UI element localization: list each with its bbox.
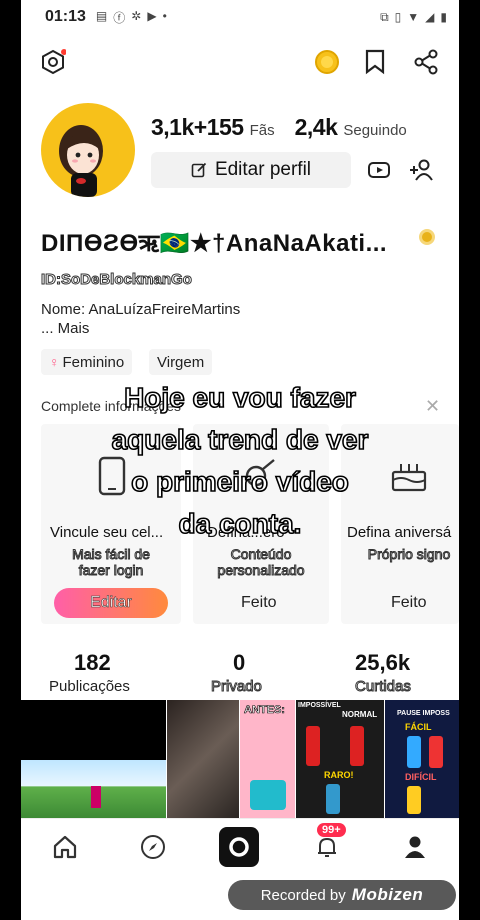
caption-line-3: o primeiro vídeo	[130, 465, 349, 498]
fans-label[interactable]: Fãs	[250, 122, 275, 139]
watermark-brand: Mobizen	[351, 885, 424, 904]
notification-bell-icon[interactable]: 99+	[311, 823, 346, 863]
add-friend-icon[interactable]	[405, 154, 437, 186]
content-counts: 182 Publicações 0 Privado 25,6k Curtidas	[21, 650, 459, 700]
caption-line-4: da conta.	[178, 507, 303, 540]
profile-avatar[interactable]	[41, 103, 135, 197]
settings-hexagon-icon[interactable]	[37, 46, 69, 78]
thumb5-label-hard: DIFÍCIL	[405, 772, 437, 782]
create-video-icon[interactable]	[219, 827, 259, 867]
video-thumbnail-3[interactable]: ANTES:	[240, 700, 295, 818]
video-thumbnail-2[interactable]	[167, 700, 239, 818]
card-gender-subtitle: Conteúdo personalizado	[217, 546, 305, 579]
thumb5-label-pause: PAUSE IMPOSS	[397, 710, 450, 717]
explore-icon[interactable]	[137, 831, 169, 863]
video-thumbnail-4[interactable]: IMPOSSÍVEL NORMAL RARO!	[296, 700, 384, 818]
private-label[interactable]: Privado	[211, 678, 263, 696]
signal-icon: ◢	[425, 9, 435, 24]
status-bar: 01:13 ▤ ⓕ ✲ ▶ • ⧉ ▯ ▼ ◢ ▮	[21, 0, 459, 34]
app-icon: ✲	[131, 8, 142, 23]
following-label[interactable]: Seguindo	[343, 122, 406, 139]
video-grid: ANTES: IMPOSSÍVEL NORMAL RARO! PAUSE IMP…	[21, 700, 459, 818]
caption-line-2: aquela trend de ver	[111, 423, 369, 456]
system-icons: ⧉ ▯ ▼ ◢ ▮	[380, 10, 447, 25]
caption-line-1: Hoje eu vou fazer	[123, 381, 356, 414]
profile-username: DIΠϴƧϴऋ🇧🇷★†AnaNaAkati...	[41, 230, 388, 257]
home-icon[interactable]	[49, 831, 81, 863]
following-count[interactable]: 2,4k	[295, 114, 338, 141]
notification-icons: ▤ ⓕ ✲ ▶ •	[96, 9, 167, 26]
private-count[interactable]: 0	[233, 650, 245, 676]
battery-icon: ▮	[440, 9, 447, 24]
tag-gender-label: Feminino	[62, 353, 125, 371]
bottom-tab-bar: 99+	[21, 818, 459, 874]
share-icon[interactable]	[410, 46, 442, 78]
vibrate-icon: ▯	[394, 9, 402, 24]
likes-count[interactable]: 25,6k	[355, 650, 410, 676]
video-thumbnail-5[interactable]: PAUSE IMPOSS FÁCIL DIFÍCIL	[385, 700, 459, 818]
edit-profile-label: Editar perfil	[214, 159, 312, 180]
status-time: 01:13	[45, 8, 86, 25]
gold-coin-icon[interactable]	[311, 46, 343, 78]
edit-profile-button[interactable]: Editar perfil	[151, 152, 351, 188]
message-icon: ▤	[95, 8, 108, 23]
dot-icon: •	[162, 8, 167, 23]
bio-text: Nome: AnaLuízaFreireMartins	[41, 301, 241, 318]
bookmark-icon[interactable]	[359, 46, 391, 78]
tag-gender[interactable]: ♀ Feminino	[41, 349, 133, 375]
wifi-icon: ▼	[407, 9, 420, 24]
thumb3-title: ANTES:	[244, 704, 286, 717]
notification-badge: 99+	[317, 823, 346, 837]
facebook-icon: ⓕ	[113, 10, 126, 25]
edit-icon	[191, 162, 207, 178]
bio-more-link[interactable]: ... Mais	[41, 320, 89, 337]
recorder-watermark: Recorded by Mobizen	[228, 880, 456, 910]
thumb4-label-impossible: IMPOSSÍVEL	[298, 702, 341, 709]
thumb4-label-rare: RARO!	[324, 770, 354, 780]
fans-count[interactable]: 3,1k+155	[151, 114, 244, 141]
posts-label[interactable]: Publicações	[49, 678, 130, 695]
tag-zodiac-label: Virgem	[157, 353, 205, 371]
tag-zodiac[interactable]: Virgem	[149, 349, 213, 375]
gender-done-label[interactable]: Feito	[241, 594, 277, 612]
video-thumbnail-1[interactable]	[21, 700, 166, 818]
posts-count[interactable]: 182	[74, 650, 111, 676]
youtube-icon: ▶	[147, 8, 157, 23]
user-id[interactable]: ID:SoDeBlockmanGo	[41, 271, 193, 289]
birthday-done-label[interactable]: Feito	[391, 594, 427, 612]
card-birthday-subtitle: Próprio signo	[367, 546, 451, 563]
edit-phone-button[interactable]: Editar	[54, 588, 168, 618]
watermark-prefix: Recorded by	[260, 886, 346, 904]
likes-label[interactable]: Curtidas	[355, 678, 412, 696]
youtube-link-icon[interactable]	[363, 154, 395, 186]
thumb4-label-normal: NORMAL	[342, 710, 378, 719]
profile-tab-icon[interactable]	[399, 831, 431, 863]
follower-stats: 3,1k+155 Fãs 2,4k Seguindo	[151, 114, 421, 141]
female-icon: ♀	[49, 354, 60, 370]
badge-icon[interactable]	[419, 229, 435, 245]
cast-icon: ⧉	[380, 9, 389, 24]
profile-top-bar	[21, 40, 459, 84]
thumb5-label-easy: FÁCIL	[405, 722, 432, 732]
card-link-phone-subtitle: Mais fácil de fazer login	[72, 546, 151, 579]
